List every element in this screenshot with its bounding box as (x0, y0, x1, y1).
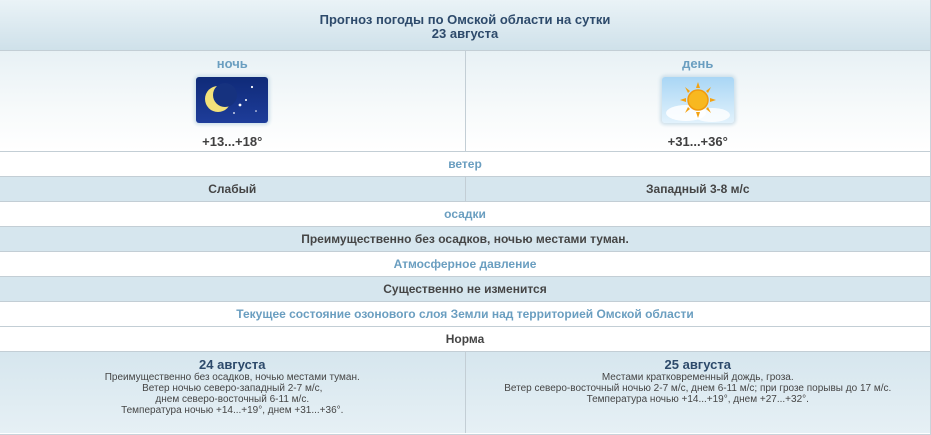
forecast-date: 23 августа (431, 26, 499, 41)
sun-cloud-icon (661, 77, 734, 123)
day-night-panel: ночь +13...+18° день +31...+36° (0, 51, 930, 152)
precipitation-heading: осадки (0, 202, 930, 227)
wind-values: Слабый Западный 3-8 м/с (0, 177, 930, 202)
forecast-day-2-line: Ветер северо-восточный ночью 2-7 м/с, дн… (504, 383, 892, 394)
forecast-title: Прогноз погоды по Омской области на сутк… (319, 12, 611, 27)
wind-direction: Западный 3-8 м/с (646, 182, 750, 196)
forecast-day-1-line: Преимущественно без осадков, ночью места… (104, 372, 360, 383)
night-label: ночь (216, 56, 248, 71)
wind-heading: ветер (0, 152, 930, 177)
wind-strength: Слабый (0, 177, 466, 201)
day-panel: день +31...+36° (466, 51, 931, 151)
pressure-heading: Атмосферное давление (0, 252, 930, 277)
forecast-day-2-date: 25 августа (664, 357, 731, 372)
forecast-day-2: 25 августа Местами кратковременный дождь… (466, 352, 931, 433)
precipitation-value: Преимущественно без осадков, ночью места… (0, 227, 930, 252)
forecast-day-1-line: Ветер ночью северо-западный 2-7 м/с, (142, 383, 323, 394)
forecast-header: Прогноз погоды по Омской области на сутк… (0, 0, 930, 51)
weather-widget: Прогноз погоды по Омской области на сутк… (0, 0, 931, 435)
extended-forecast: 24 августа Преимущественно без осадков, … (0, 352, 930, 433)
ozone-value: Норма (0, 327, 930, 352)
forecast-day-1-line: Температура ночью +14...+19°, днем +31..… (121, 405, 344, 416)
forecast-day-1: 24 августа Преимущественно без осадков, … (0, 352, 466, 433)
ozone-heading: Текущее состояние озонового слоя Земли н… (0, 302, 930, 327)
pressure-value: Существенно не изменится (0, 277, 930, 302)
night-temperature: +13...+18° (202, 134, 263, 149)
forecast-day-2-line: Температура ночью +14...+19°, днем +27..… (586, 394, 809, 405)
forecast-day-1-line: днем северо-восточный 6-11 м/с. (155, 394, 310, 405)
moon-stars-icon (196, 77, 269, 123)
night-panel: ночь +13...+18° (0, 51, 466, 151)
forecast-day-1-date: 24 августа (199, 357, 266, 372)
day-label: день (682, 56, 714, 71)
day-temperature: +31...+36° (667, 134, 728, 149)
forecast-day-2-line: Местами кратковременный дождь, гроза. (601, 372, 794, 383)
